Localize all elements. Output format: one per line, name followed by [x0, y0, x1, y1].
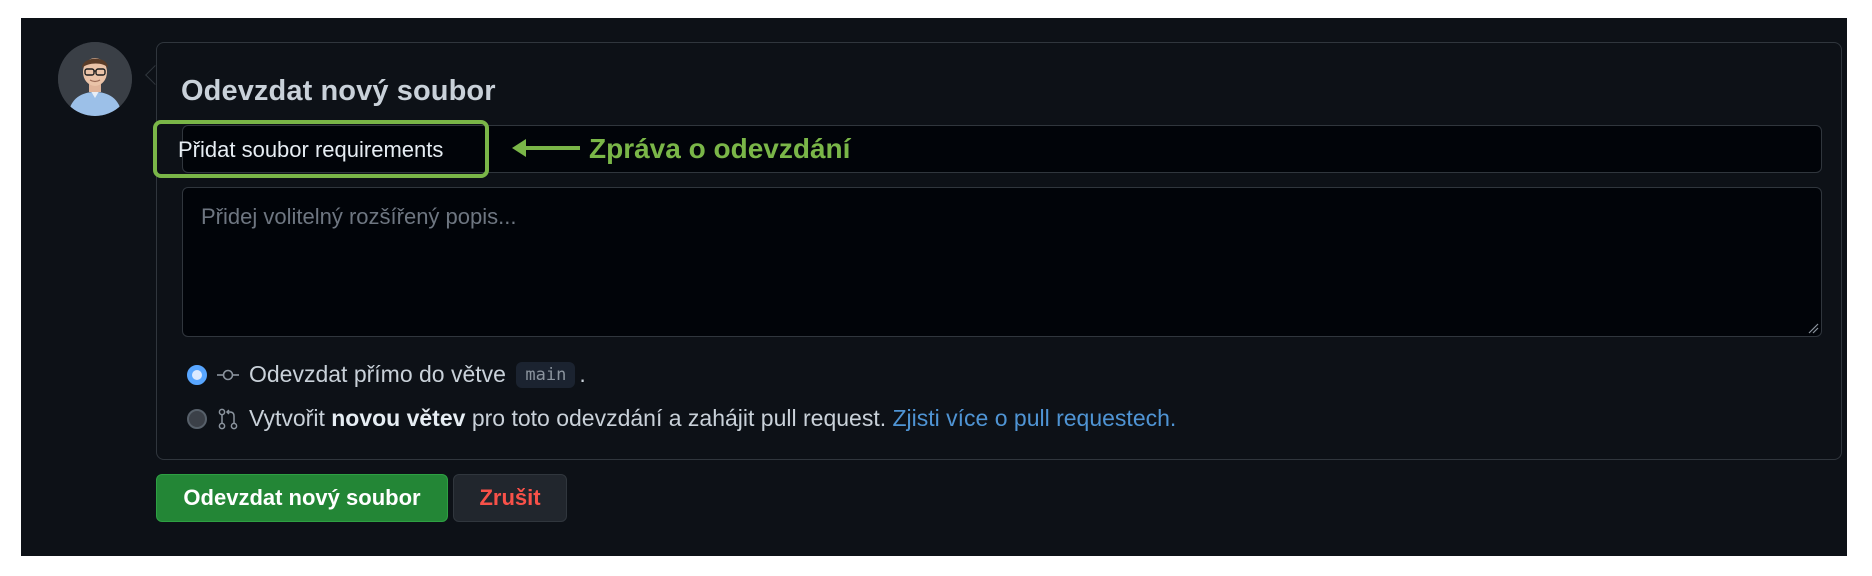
- annotation-arrow-icon: [512, 139, 580, 157]
- branch-name-badge: main: [516, 361, 576, 388]
- option-new-branch-prefix: Vytvořit: [249, 405, 325, 431]
- option-new-branch-bold: novou větev: [331, 405, 466, 431]
- commit-description-textarea[interactable]: Přidej volitelný rozšířený popis...: [182, 187, 1822, 337]
- description-placeholder: Přidej volitelný rozšířený popis...: [201, 204, 517, 229]
- radio-commit-direct[interactable]: [187, 364, 207, 385]
- option-commit-direct[interactable]: Odevzdat přímo do větve main .: [187, 361, 586, 388]
- commit-form-panel: Odevzdat nový soubor Přidej volitelný ro…: [156, 42, 1842, 460]
- form-title: Odevzdat nový soubor: [181, 75, 496, 107]
- user-portrait-icon: [58, 42, 132, 116]
- commit-message-value: Přidat soubor requirements: [178, 137, 444, 162]
- commit-new-file-button[interactable]: Odevzdat nový soubor: [156, 474, 448, 522]
- commit-dialog-frame: Odevzdat nový soubor Přidej volitelný ro…: [21, 18, 1847, 556]
- cancel-button[interactable]: Zrušit: [453, 474, 567, 522]
- user-avatar: [58, 42, 132, 116]
- annotation-label: Zpráva o odevzdání: [589, 133, 851, 164]
- radio-new-branch[interactable]: [187, 408, 207, 429]
- option-direct-period: .: [579, 361, 586, 387]
- option-direct-text: Odevzdat přímo do větve: [249, 361, 506, 387]
- git-commit-icon: [217, 367, 239, 383]
- resize-grip-icon[interactable]: [1807, 322, 1819, 334]
- learn-more-pull-requests-link[interactable]: Zjisti více o pull requestech.: [893, 405, 1177, 432]
- git-pull-request-icon: [217, 408, 239, 430]
- option-new-branch-suffix: pro toto odevzdání a zahájit pull reques…: [471, 405, 887, 431]
- option-new-branch[interactable]: Vytvořit novou větev pro toto odevzdání …: [187, 405, 1176, 432]
